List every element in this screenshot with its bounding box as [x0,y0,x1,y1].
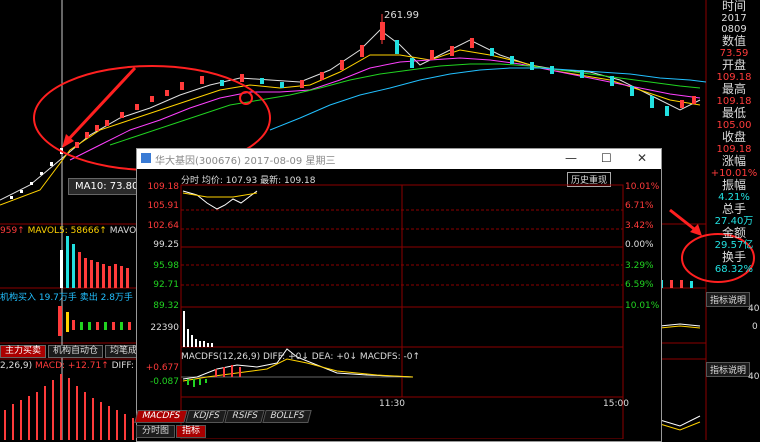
price-tick-2: 105.91 [147,201,180,211]
right-tick-2: 0 [752,322,758,332]
pct-tick-3: 3.42% [625,221,654,231]
pct-tick-1: 10.01% [625,182,660,192]
turnover-value: 68.32% [714,264,754,275]
pct-tick-5: 3.29% [625,261,654,271]
vol-value: 959↑ [0,226,25,236]
institution-header: 机构买入 19.7万手 卖出 2.8万手 净 [0,293,145,303]
amount-label: 金额 [721,226,746,240]
pct-tick-7: 10.01% [625,301,660,311]
institution-bars [58,306,131,336]
pct-tick-2: 6.71% [625,201,654,211]
time-value: 2017 0809 [721,13,747,35]
price-tick-6: 92.71 [153,280,179,290]
price-tick-7: 89.32 [153,301,179,311]
change-label: 涨幅 [721,154,746,168]
price-tick-1: 109.18 [147,182,180,192]
macd-header: 2,26,9) MACD: +12.71↑ DIFF: +19 [0,361,156,371]
time-tick-1: 11:30 [379,399,405,409]
popup-titlebar[interactable]: 华大基因(300676) 2017-08-09 星期三 — ☐ ✕ [137,149,661,169]
indicator-tabs: 主力买卖 机构自动仓 均笔成交 [0,345,152,358]
popup-view-tabs: 分时图 指标 [136,425,207,438]
right-tick-3: 40 [748,372,760,382]
mavol5-value: MAVOL5: 58666↑ [27,226,107,236]
ma60-line [269,67,707,131]
macd-bars [4,374,134,440]
price-tick-4: 99.25 [153,240,179,250]
ma10-tooltip: MA10: 73.80 [68,178,146,195]
volume-label: 总手 [721,202,746,216]
pct-tick-6: 6.59% [625,280,654,290]
price-label: 数值 [721,34,746,48]
macd-tick-2: -0.087 [149,377,179,387]
high-label: 最高 [721,82,746,96]
peak-price-label: 261.99 [384,10,419,21]
macdfs-header: MACDFS(12,26,9) DIFF: +0↓ DEA: +0↓ MACDF… [181,352,421,362]
tab-indicator[interactable]: 指标 [176,425,207,438]
indicator-help-button-2[interactable]: 指标说明 [706,362,751,377]
volume-tick: 22390 [150,323,179,333]
tab-bollfs[interactable]: BOLLFS [262,410,312,423]
tab-kdjfs[interactable]: KDJFS [184,410,227,423]
info-panel: 时间 2017 0809 数值 73.59 开盘 109.18 最高 109.1… [708,0,760,295]
amplitude-label: 振幅 [721,178,746,192]
turnover-label: 换手 [721,250,746,264]
tab-rsifs[interactable]: RSIFS [224,410,266,423]
pct-tick-4: 0.00% [625,240,654,250]
volume-header: 959↑ MAVOL5: 58666↑ MAVOL10 [0,226,153,236]
app-icon [141,153,151,163]
intraday-popup-window[interactable]: 华大基因(300676) 2017-08-09 星期三 — ☐ ✕ 分时 均价:… [136,148,662,442]
price-tick-5: 95.98 [153,261,179,271]
time-tick-2: 15:00 [603,399,629,409]
price-tick-3: 102.64 [147,221,180,231]
close-label: 收盘 [721,130,746,144]
tab-intraday[interactable]: 分时图 [136,425,176,438]
popup-indicator-tabs: MACDFS KDJFS RSIFS BOLLFS [134,410,312,423]
tab-macdfs[interactable]: MACDFS [134,410,188,423]
tab-main-force[interactable]: 主力买卖 [0,345,47,358]
macd-tick-1: +0.677 [145,363,179,373]
popup-title: 华大基因(300676) 2017-08-09 星期三 [155,155,336,167]
right-tick-1: 40 [748,304,760,314]
indicator-help-button-1[interactable]: 指标说明 [706,292,751,307]
tab-institution[interactable]: 机构自动仓 [48,345,104,358]
maximize-icon[interactable]: ☐ [601,151,612,165]
low-label: 最低 [721,106,746,120]
close-icon[interactable]: ✕ [637,151,647,165]
minimize-icon[interactable]: — [565,151,577,165]
time-label: 时间 [721,0,746,13]
open-label: 开盘 [721,58,746,72]
